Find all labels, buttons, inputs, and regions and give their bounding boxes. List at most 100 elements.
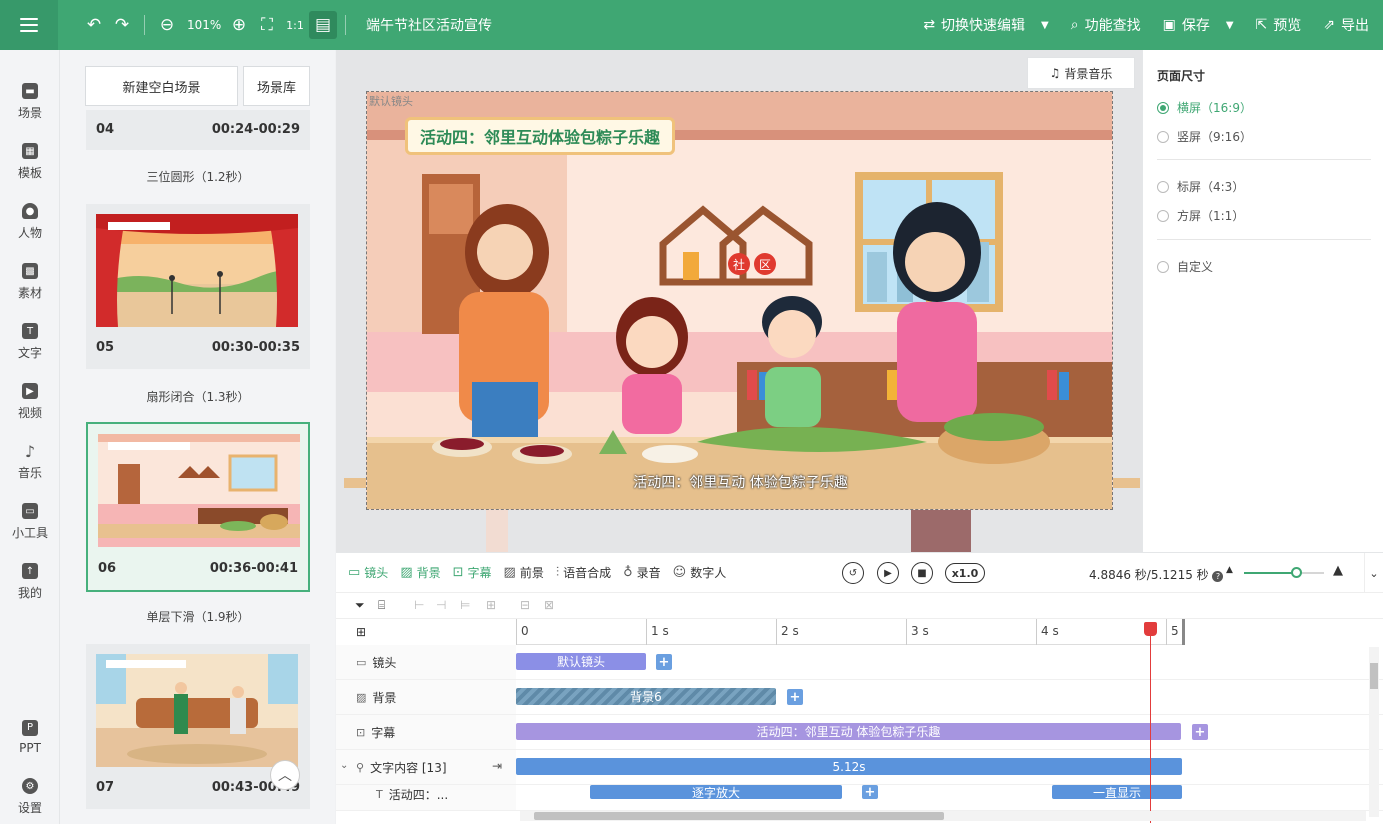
stop-button[interactable]: ■ — [911, 562, 933, 584]
tab-subtitle[interactable]: ⊡ 字幕 — [453, 564, 492, 581]
timeline-zoom-slider[interactable] — [1244, 567, 1324, 578]
text-enter-clip[interactable]: 逐字放大 — [590, 785, 842, 800]
playhead[interactable] — [1144, 622, 1157, 823]
subtitle-mode-icon[interactable]: ▤ — [309, 11, 337, 39]
radio-icon — [1157, 130, 1169, 143]
chevron-down-icon[interactable]: ▼ — [1041, 20, 1049, 31]
transition-label[interactable]: 扇形闭合（1.3秒） — [86, 388, 310, 405]
undo-icon[interactable]: ↶ — [80, 11, 108, 39]
scene-card-07[interactable]: 07 00:43-00:49 ︿ — [86, 644, 310, 809]
playhead-handle[interactable] — [1144, 622, 1157, 636]
speed-button[interactable]: x1.0 — [945, 563, 985, 583]
nav-video[interactable]: ▶ 视频 — [0, 377, 60, 427]
size-option-16-9[interactable]: 横屏（16:9） — [1157, 99, 1252, 116]
background-clip[interactable]: 背景6 — [516, 688, 776, 705]
scene-card-05[interactable]: 05 00:30-00:35 — [86, 204, 310, 369]
background-icon: ▨ — [356, 691, 367, 704]
nav-mine[interactable]: ↑ 我的 — [0, 557, 60, 607]
scene-card-06[interactable]: 06 00:36-00:41 — [86, 422, 310, 592]
tab-digital-human[interactable]: ☺ 数字人 — [673, 564, 727, 581]
tab-foreground[interactable]: ▨ 前景 — [504, 564, 544, 581]
canvas-area: ♫ 背景音乐 默认镜头 社 区 活动四：邻里互动体验包粽子乐趣 活动四：邻里互动… — [336, 50, 1142, 552]
add-camera-button[interactable]: + — [656, 654, 672, 670]
scroll-to-top-button[interactable]: ︿ — [270, 760, 300, 790]
scene-time: 00:30-00:35 — [211, 340, 300, 355]
menu-button[interactable] — [0, 0, 58, 50]
size-option-4-3[interactable]: 标屏（4:3） — [1157, 178, 1244, 195]
add-background-button[interactable]: + — [787, 689, 803, 705]
fullscreen-icon[interactable]: ⛶ — [253, 11, 281, 39]
add-animation-button[interactable]: + — [862, 785, 878, 800]
switch-quick-edit-button[interactable]: ⇄ 切换快速编辑 ▼ — [923, 15, 1048, 35]
play-button[interactable]: ▶ — [877, 562, 899, 584]
add-subtitle-button[interactable]: + — [1192, 724, 1208, 740]
layout-icon[interactable]: ⊞ — [356, 625, 366, 639]
nav-ppt[interactable]: P PPT — [0, 712, 60, 762]
size-option-custom[interactable]: 自定义 — [1157, 258, 1213, 275]
camera-clip[interactable]: 默认镜头 — [516, 653, 646, 670]
nav-material[interactable]: ▩ 素材 — [0, 257, 60, 307]
nav-tools[interactable]: ▭ 小工具 — [0, 497, 60, 547]
zoom-out-mountain-icon[interactable]: ▲ — [1226, 565, 1233, 575]
nav-template[interactable]: ▦ 模板 — [0, 137, 60, 187]
scene-title-text[interactable]: 活动四：邻里互动体验包粽子乐趣 — [405, 117, 676, 155]
canvas-stage[interactable]: 默认镜头 社 区 活动四：邻里互动体验包粽子乐趣 活动四：邻里互动 体验包粽子乐… — [366, 91, 1113, 510]
exit-group-icon[interactable]: ⇥ — [492, 759, 502, 773]
subtitle-text[interactable]: 活动四：邻里互动 体验包粽子乐趣 — [367, 472, 1112, 492]
subtitle-icon: ⊡ — [452, 565, 464, 580]
chevron-up-icon: ︿ — [278, 768, 292, 784]
feature-search-button[interactable]: ⌕ 功能查找 — [1071, 15, 1141, 35]
save-button[interactable]: ▣ 保存 ▼ — [1163, 15, 1234, 35]
nav-character[interactable]: ● 人物 — [0, 197, 60, 247]
text-display-clip[interactable]: 一直显示 — [1052, 785, 1182, 800]
chevron-down-icon[interactable]: ▼ — [1226, 20, 1234, 31]
chevron-down-icon[interactable]: ⌄ — [340, 760, 348, 771]
nav-settings[interactable]: ⚙ 设置 — [0, 772, 60, 822]
background-icon: ▨ — [400, 565, 413, 580]
preview-button[interactable]: ⇱ 预览 — [1256, 15, 1302, 35]
group-icon: ⊟ — [520, 598, 531, 612]
collapse-timeline-icon[interactable]: ⌄ — [1364, 553, 1383, 593]
scene-library-button[interactable]: 场景库 — [243, 66, 310, 106]
redo-icon[interactable]: ↷ — [108, 11, 136, 39]
subtitle-clip[interactable]: 活动四：邻里互动 体验包粽子乐趣 — [516, 723, 1181, 740]
tab-tts[interactable]: ⫶ 语音合成 — [556, 564, 611, 581]
timeline-vertical-scrollbar[interactable] — [1369, 647, 1379, 817]
filter-icon[interactable]: ⏷ — [355, 598, 365, 613]
tab-background[interactable]: ▨ 背景 — [400, 564, 440, 581]
replay-icon: ↺ — [848, 567, 858, 579]
size-option-9-16[interactable]: 竖屏（9:16） — [1157, 128, 1252, 145]
transition-label[interactable]: 三位圆形（1.2秒） — [86, 168, 310, 185]
align-tool-icon[interactable]: ⌸ — [378, 598, 385, 613]
tab-record[interactable]: ♁ 录音 — [623, 564, 661, 581]
distribute-icon: ⊞ — [486, 598, 497, 612]
zoom-in-mountain-icon[interactable]: ▲ — [1333, 563, 1343, 578]
scene-panel: 新建空白场景 场景库 04 00:24-00:29 三位圆形（1.2秒） 05 … — [60, 50, 335, 824]
timeline-horizontal-scrollbar[interactable] — [520, 811, 1366, 821]
ungroup-icon: ⊠ — [544, 598, 555, 612]
timeline-panel: ▭ 镜头 ▨ 背景 ⊡ 字幕 ▨ 前景 ⫶ 语音合成 ♁ 录音 ☺ 数字人 ↺ ▶ ■ x1.… — [336, 552, 1383, 824]
replay-button[interactable]: ↺ — [842, 562, 864, 584]
actual-size-icon[interactable]: 1:1 — [281, 11, 309, 39]
text-group-clip[interactable]: 5.12s — [516, 758, 1182, 775]
new-blank-scene-button[interactable]: 新建空白场景 — [85, 66, 238, 106]
left-nav: ▬ 场景 ▦ 模板 ● 人物 ▩ 素材 T 文字 ▶ 视频 ♪ 音乐 ▭ 小工具 ↑ 我的 P PP… — [0, 50, 60, 824]
nav-text[interactable]: T 文字 — [0, 317, 60, 367]
nav-scene[interactable]: ▬ 场景 — [0, 77, 60, 127]
slider-knob[interactable] — [1291, 567, 1302, 578]
document-title[interactable]: 端午节社区活动宣传 — [366, 15, 492, 35]
nav-label: 场景 — [17, 106, 42, 120]
nav-music[interactable]: ♪ 音乐 — [0, 437, 60, 487]
zoom-in-icon[interactable]: ⊕ — [225, 11, 253, 39]
help-icon[interactable]: ? — [1212, 571, 1224, 582]
timeline-ruler[interactable]: 0 1 s 2 s 3 s 4 s 5 — [516, 619, 1383, 645]
zoom-out-icon[interactable]: ⊖ — [153, 11, 181, 39]
scene-card-04[interactable]: 04 00:24-00:29 — [86, 110, 310, 150]
tab-camera[interactable]: ▭ 镜头 — [348, 564, 388, 581]
transition-label[interactable]: 单层下滑（1.9秒） — [86, 608, 310, 625]
timeline-tools: ⏷ ⌸ ⊢ ⊣ ⊨ ⊞ ⊟ ⊠ — [336, 593, 1383, 619]
export-button[interactable]: ⇗ 导出 — [1323, 15, 1369, 35]
size-option-1-1[interactable]: 方屏（1:1） — [1157, 207, 1244, 224]
camera-icon: ▭ — [356, 656, 367, 669]
nav-label: 模板 — [17, 166, 42, 180]
